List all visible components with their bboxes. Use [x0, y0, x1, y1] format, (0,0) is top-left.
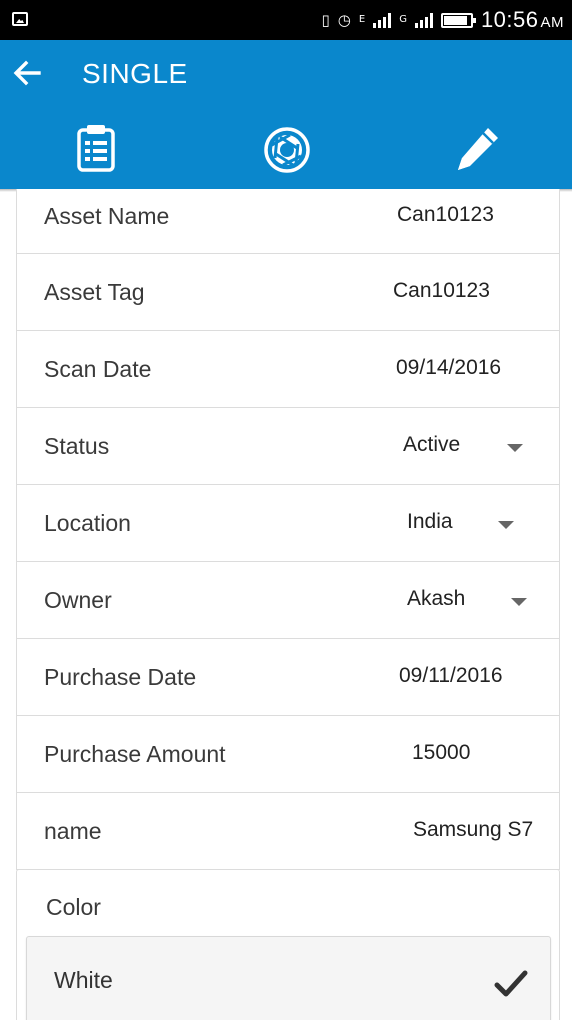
chevron-down-icon[interactable]	[511, 598, 527, 606]
page-title: SINGLE	[82, 58, 188, 89]
field-value[interactable]: 09/14/2016	[396, 356, 501, 380]
signal-icon	[373, 12, 392, 28]
form-row-location[interactable]: Location India	[16, 485, 560, 562]
form-row-purchase-date[interactable]: Purchase Date 09/11/2016	[16, 639, 560, 716]
field-value[interactable]: Can10123	[393, 279, 490, 303]
signal-icon	[414, 12, 433, 28]
field-label: name	[44, 818, 102, 844]
field-label: Location	[44, 510, 131, 536]
clock: 10:56 AM	[481, 7, 564, 33]
clock-ampm: AM	[540, 14, 564, 31]
alarm-icon: ◷	[337, 10, 351, 29]
status-select[interactable]: Active	[403, 433, 460, 457]
location-select[interactable]: India	[407, 510, 453, 534]
back-arrow-icon[interactable]	[10, 56, 44, 90]
field-label: Scan Date	[44, 356, 152, 382]
field-value[interactable]: 09/11/2016	[399, 664, 503, 688]
form-row-asset-name[interactable]: Asset Name Can10123	[16, 189, 560, 254]
chevron-down-icon[interactable]	[507, 444, 523, 452]
field-label: Purchase Amount	[44, 741, 226, 767]
option-label: White	[54, 967, 113, 993]
gallery-icon	[12, 12, 28, 26]
battery-icon	[440, 12, 476, 28]
network-type-2: G	[399, 14, 407, 25]
status-icons: ▯ ◷ E G 10:56 AM	[322, 0, 565, 40]
field-label: Status	[44, 433, 110, 459]
field-label: Owner	[44, 587, 112, 613]
form-row-purchase-amount[interactable]: Purchase Amount 15000	[16, 716, 560, 793]
checkmark-icon	[494, 970, 528, 997]
field-label: Asset Name	[44, 203, 170, 229]
network-type-1: E	[358, 14, 366, 25]
app-bar: SINGLE	[0, 40, 572, 189]
camera-aperture-icon[interactable]	[263, 122, 311, 174]
owner-select[interactable]: Akash	[407, 587, 465, 611]
field-label: Color	[46, 894, 101, 920]
form-row-name[interactable]: name Samsung S7	[16, 793, 560, 870]
field-value[interactable]: Can10123	[397, 203, 494, 227]
form-row-asset-tag[interactable]: Asset Tag Can10123	[16, 254, 560, 331]
field-value[interactable]: 15000	[412, 741, 470, 765]
status-bar: ▯ ◷ E G 10:56 AM	[0, 0, 572, 40]
chevron-down-icon[interactable]	[498, 521, 514, 529]
form-row-color: Color White	[16, 869, 560, 1020]
asset-form: Asset Name Can10123 Asset Tag Can10123 S…	[16, 189, 560, 870]
form-row-scan-date[interactable]: Scan Date 09/14/2016	[16, 331, 560, 408]
pencil-icon[interactable]	[454, 122, 502, 174]
clock-time: 10:56	[480, 7, 539, 32]
form-row-owner[interactable]: Owner Akash	[16, 562, 560, 639]
field-value[interactable]: Samsung S7	[413, 818, 533, 842]
vibrate-icon: ▯	[321, 10, 330, 29]
field-label: Asset Tag	[44, 279, 145, 305]
field-label: Purchase Date	[44, 664, 197, 690]
color-option-white[interactable]: White	[26, 936, 551, 1020]
clipboard-icon[interactable]	[73, 122, 121, 174]
form-row-status[interactable]: Status Active	[16, 408, 560, 485]
